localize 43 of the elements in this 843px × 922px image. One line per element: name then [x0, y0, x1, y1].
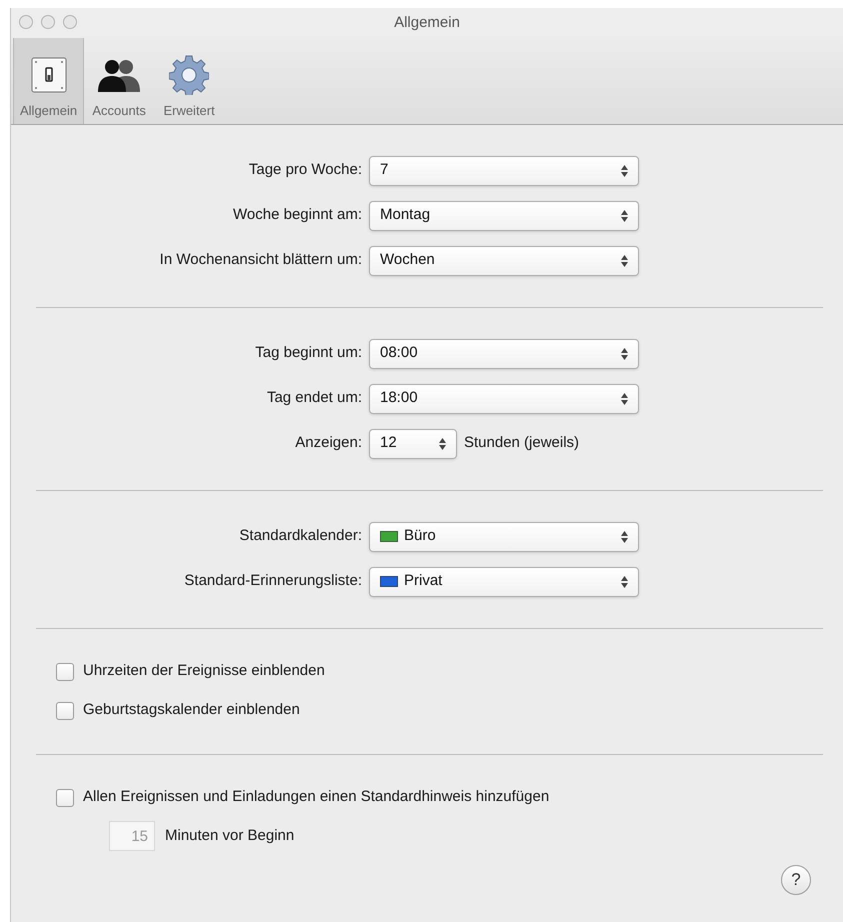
popup-menu[interactable]: 7	[369, 156, 639, 186]
checkbox[interactable]	[56, 662, 74, 680]
up-down-arrows-icon	[439, 438, 446, 450]
help-button[interactable]: ?	[781, 865, 811, 895]
up-down-arrows-icon	[621, 392, 628, 404]
popup-menu[interactable]: Montag	[369, 200, 639, 230]
toolbar-tab[interactable]: Erweitert	[154, 38, 224, 124]
popup-menu[interactable]: 12	[369, 428, 457, 458]
popup-menu[interactable]: Büro	[369, 522, 639, 552]
popup-menu[interactable]: Privat	[369, 566, 639, 596]
up-down-arrows-icon	[621, 530, 628, 542]
gear-icon	[169, 54, 210, 94]
toolbar-tab[interactable]: Allgemein	[13, 38, 84, 124]
minutes-label: Minuten vor Beginn	[165, 826, 294, 846]
popup-menu[interactable]: 08:00	[369, 338, 639, 368]
up-down-arrows-icon	[621, 164, 628, 176]
zoom-button[interactable]	[63, 15, 77, 29]
popup-menu[interactable]: 18:00	[369, 384, 639, 414]
up-down-arrows-icon	[621, 210, 628, 222]
field-label: Standard-Erinnerungsliste:	[183, 571, 363, 592]
toolbar-tab[interactable]: Accounts	[84, 38, 154, 124]
window-title: Allgemein	[394, 12, 460, 33]
people-icon	[96, 58, 142, 92]
unit-label: Stunden (jeweils)	[464, 433, 580, 454]
close-button[interactable]	[19, 15, 33, 29]
up-down-arrows-icon	[621, 348, 628, 360]
field-label: Tage pro Woche:	[248, 160, 363, 180]
checkbox-label: Uhrzeiten der Ereignisse einblenden	[83, 661, 325, 682]
checkbox[interactable]	[56, 702, 74, 720]
up-down-arrows-icon	[621, 576, 628, 588]
up-down-arrows-icon	[621, 254, 628, 266]
field-label: Woche beginnt am:	[232, 205, 363, 226]
field-label: Tag endet um:	[266, 388, 363, 408]
checkbox[interactable]	[56, 788, 74, 806]
field-label: Anzeigen:	[294, 433, 363, 454]
field-label: Tag beginnt um:	[254, 343, 363, 364]
field-label: Standardkalender:	[238, 526, 363, 546]
field-label: In Wochenansicht blättern um:	[158, 250, 363, 270]
checkbox-label: Geburtstagskalender einblenden	[83, 700, 300, 720]
minimize-button[interactable]	[41, 15, 55, 29]
popup-menu[interactable]: Wochen	[369, 246, 639, 276]
toggle-switch-icon	[30, 56, 67, 92]
checkbox-label: Allen Ereignissen und Einladungen einen Standardhinweis hinzufügen	[83, 787, 550, 808]
